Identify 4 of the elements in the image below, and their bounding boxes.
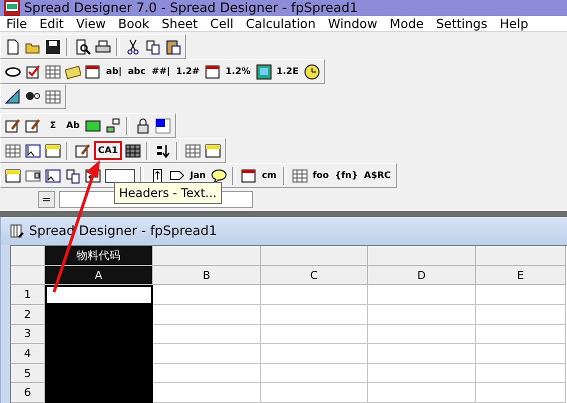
- tooltip: Headers - Text...: [114, 182, 222, 204]
- sheet-window-title: Spread Designer - fpSpread1: [29, 224, 217, 239]
- column-header: 物料代码: [45, 246, 153, 266]
- window-title: Spread Designer 7.0 - Spread Designer - fpSpread1: [24, 0, 358, 16]
